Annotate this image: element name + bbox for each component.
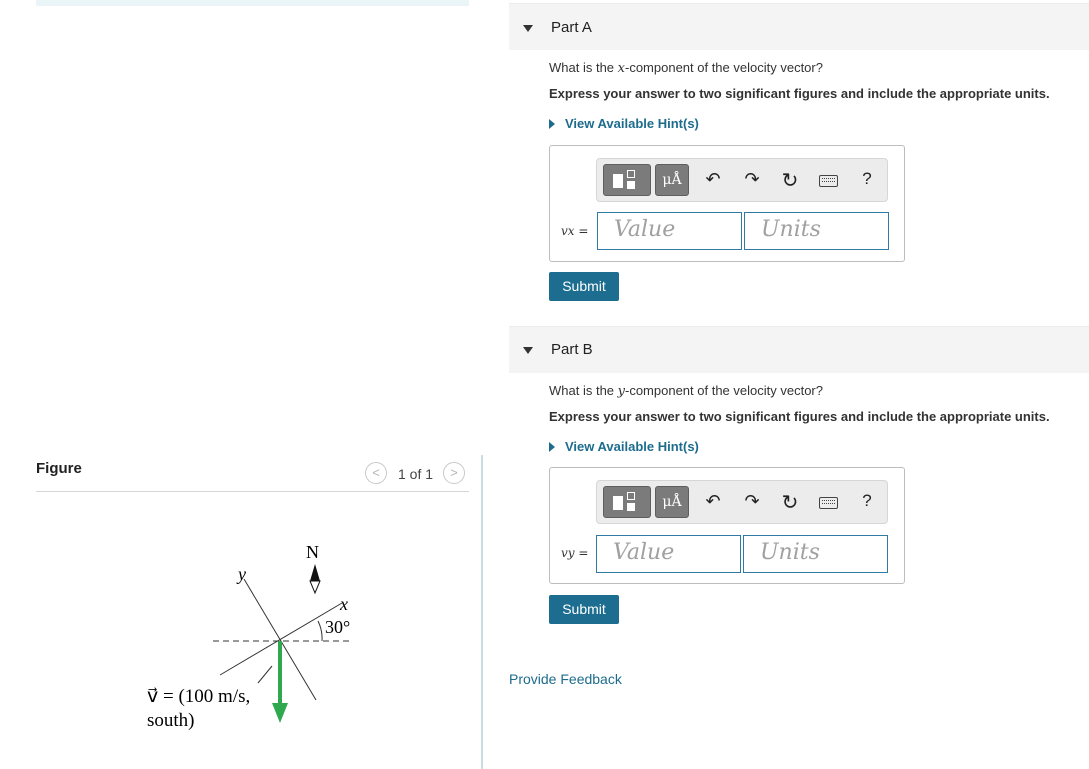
- velocity-vector-arrow: [272, 641, 288, 723]
- provide-feedback-link[interactable]: Provide Feedback: [509, 671, 622, 687]
- keyboard-icon[interactable]: [819, 175, 838, 187]
- x-axis-label: x: [339, 594, 348, 614]
- figure-top-strip: [36, 0, 469, 6]
- undo-icon[interactable]: ↶: [701, 169, 725, 190]
- expand-caret-icon: [549, 442, 555, 452]
- part-b-variable-label: vy =: [561, 546, 589, 560]
- part-a-title: Part A: [551, 19, 592, 36]
- part-b-header[interactable]: Part B: [509, 326, 1089, 373]
- expand-caret-icon: [549, 119, 555, 129]
- collapse-caret-icon[interactable]: [523, 25, 533, 32]
- part-b-submit-button[interactable]: Submit: [549, 595, 619, 624]
- redo-icon[interactable]: ↷: [740, 491, 764, 512]
- collapse-caret-icon[interactable]: [523, 347, 533, 354]
- angle-label: 30°: [325, 617, 350, 637]
- help-icon[interactable]: ?: [855, 169, 879, 189]
- prev-figure-button[interactable]: <: [365, 462, 387, 484]
- north-label: N: [306, 542, 319, 562]
- templates-icon[interactable]: [603, 164, 651, 196]
- angle-arc: [317, 620, 323, 642]
- part-b-toolbar: μÅ ↶ ↷ ↻ ?: [596, 480, 888, 524]
- part-a-submit-button[interactable]: Submit: [549, 272, 619, 301]
- velocity-diagram: y x 30° N v⃗ = (100 m/s, south): [147, 542, 350, 731]
- part-a-instruction: Express your answer to two significant f…: [549, 86, 1050, 101]
- figure-divider: [36, 491, 469, 492]
- part-a-units-input[interactable]: Units: [744, 212, 889, 250]
- redo-icon[interactable]: ↷: [740, 169, 764, 190]
- vector-label-line2: south): [147, 710, 195, 731]
- reset-icon[interactable]: ↻: [778, 168, 802, 193]
- part-a-question: What is the x-component of the velocity …: [549, 60, 823, 76]
- figure-pager-count: 1 of 1: [398, 466, 434, 482]
- keyboard-icon[interactable]: [819, 497, 838, 509]
- part-b-units-input[interactable]: Units: [743, 535, 888, 573]
- figure-title: Figure: [36, 460, 82, 477]
- panel-divider[interactable]: [481, 455, 483, 769]
- north-arrow-icon: [309, 564, 321, 595]
- hint-label[interactable]: View Available Hint(s): [565, 439, 699, 454]
- part-b-value-input[interactable]: Value: [596, 535, 741, 573]
- part-b-title: Part B: [551, 341, 593, 358]
- units-button[interactable]: μÅ: [655, 486, 689, 518]
- vector-label-line1: v⃗ = (100 m/s,: [147, 686, 250, 707]
- undo-icon[interactable]: ↶: [701, 491, 725, 512]
- templates-icon[interactable]: [603, 486, 651, 518]
- next-figure-button[interactable]: >: [443, 462, 465, 484]
- part-b-instruction: Express your answer to two significant f…: [549, 409, 1050, 424]
- y-axis-label: y: [236, 564, 246, 584]
- part-a-value-input[interactable]: Value: [597, 212, 742, 250]
- units-button[interactable]: μÅ: [655, 164, 689, 196]
- part-a-variable-label: vx =: [561, 224, 589, 238]
- reset-icon[interactable]: ↻: [778, 490, 802, 515]
- hint-label[interactable]: View Available Hint(s): [565, 116, 699, 131]
- part-a-header[interactable]: Part A: [509, 3, 1089, 50]
- part-b-question: What is the y-component of the velocity …: [549, 383, 823, 399]
- part-a-toolbar: μÅ ↶ ↷ ↻ ?: [596, 158, 888, 202]
- help-icon[interactable]: ?: [855, 491, 879, 511]
